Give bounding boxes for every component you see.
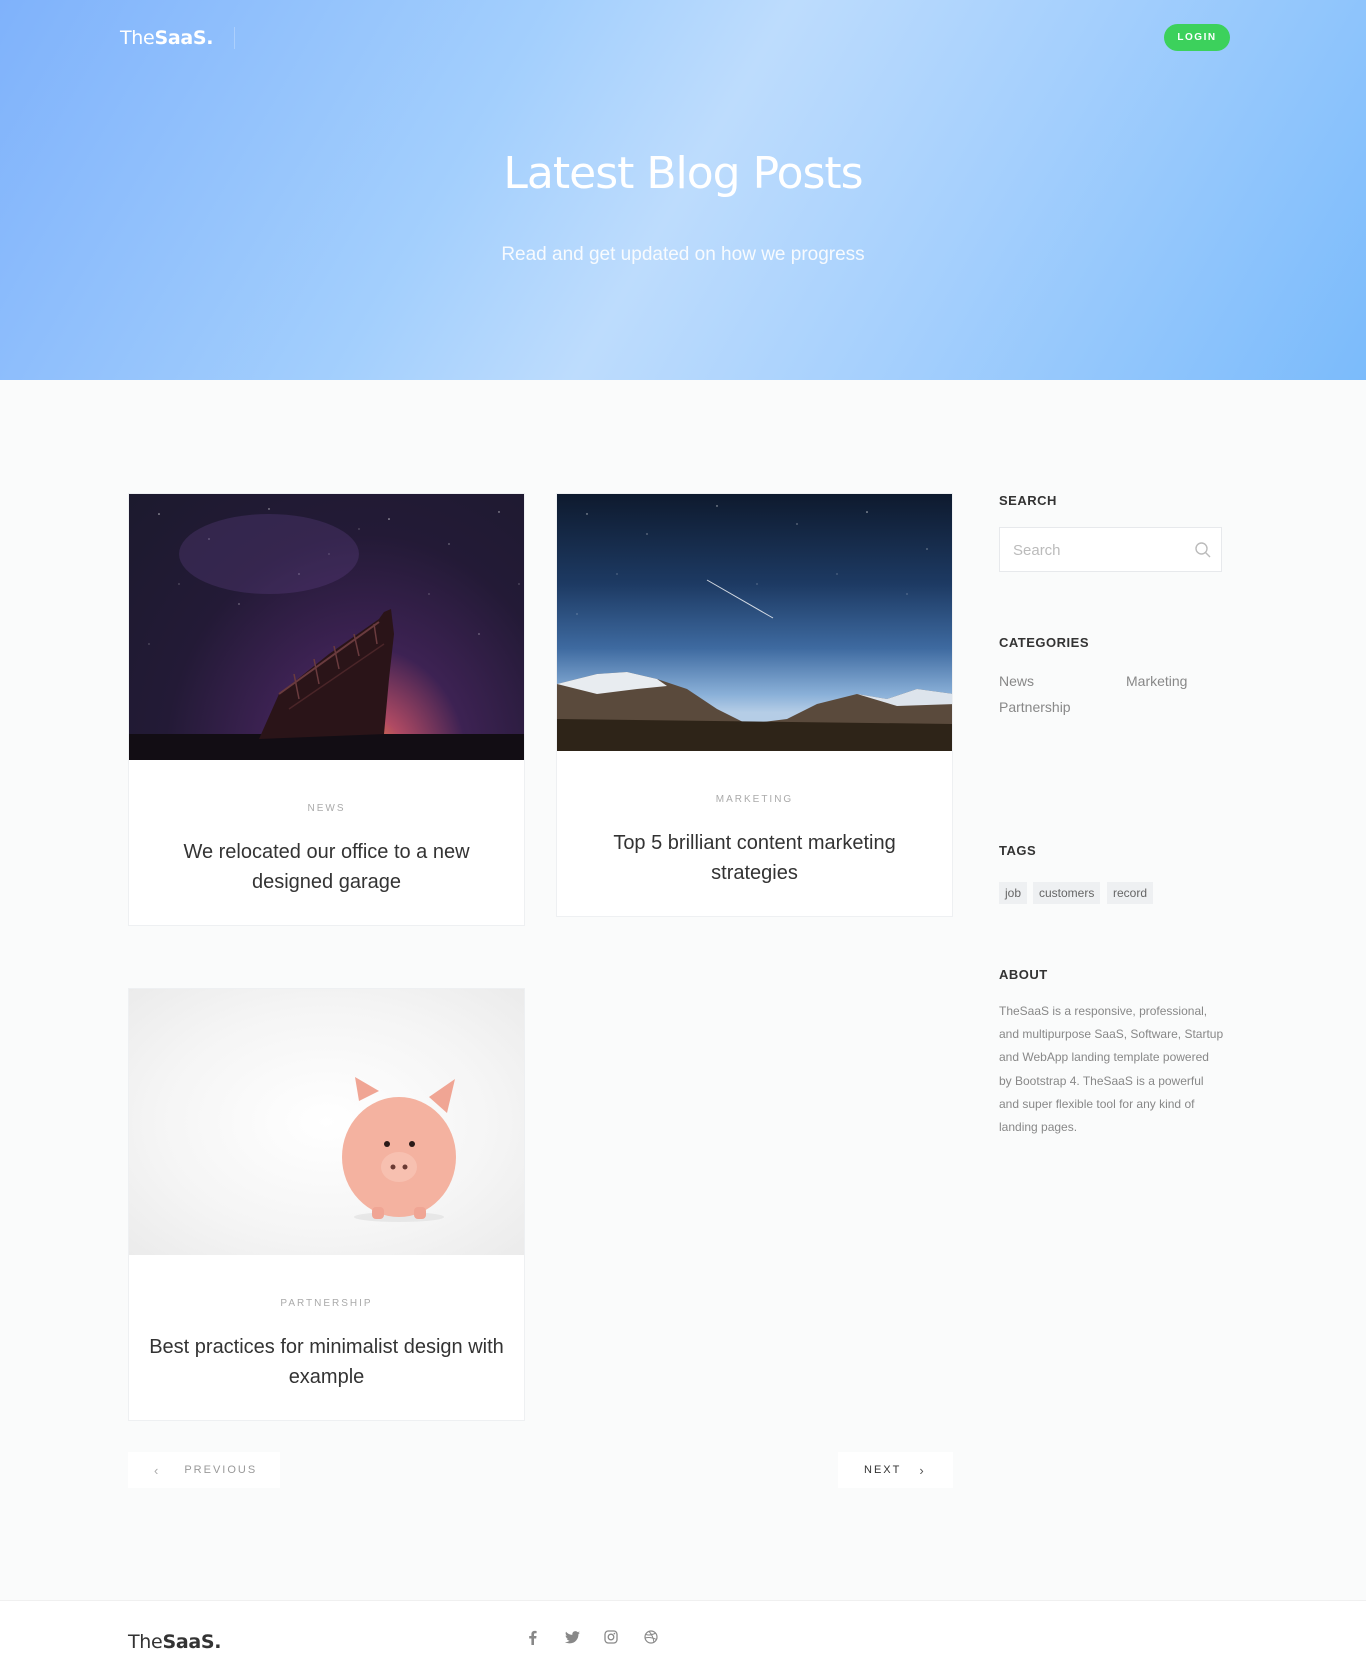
hero-header: TheSaaS. LOGIN Latest Blog Posts Read an… (0, 0, 1366, 380)
about-text: TheSaaS is a responsive, professional, a… (999, 1004, 1224, 1135)
instagram-icon[interactable] (603, 1629, 619, 1645)
next-page-button[interactable]: NEXT › (838, 1452, 953, 1488)
tag-record[interactable]: record (1107, 882, 1154, 904)
post-title[interactable]: We relocated our office to a new designe… (149, 837, 504, 897)
arrow-right-icon: › (919, 1462, 926, 1478)
footer-logo[interactable]: TheSaaS. (128, 1631, 221, 1653)
search-box[interactable] (999, 527, 1222, 572)
logo[interactable]: TheSaaS. (120, 27, 213, 49)
login-button[interactable]: LOGIN (1164, 24, 1230, 51)
blog-post-card[interactable]: PARTNERSHIP Best practices for minimalis… (128, 988, 525, 1421)
about-heading: ABOUT (999, 967, 1048, 982)
footer-logo-saas: SaaS. (162, 1631, 222, 1653)
post-image-mountains[interactable] (557, 494, 952, 751)
post-category[interactable]: PARTNERSHIP (129, 1298, 524, 1309)
logo-text-saas: SaaS. (154, 27, 214, 49)
post-title[interactable]: Best practices for minimalist design wit… (149, 1332, 504, 1392)
logo-divider (234, 27, 235, 49)
post-image-boat[interactable] (129, 494, 524, 760)
footer: TheSaaS. (0, 1600, 1366, 1677)
twitter-icon[interactable] (564, 1629, 580, 1645)
page-title: Latest Blog Posts (503, 148, 863, 199)
blog-post-card[interactable]: MARKETING Top 5 brilliant content market… (556, 493, 953, 917)
piggy-bank-illustration (342, 1077, 456, 1222)
search-heading: SEARCH (999, 493, 1057, 508)
post-category[interactable]: MARKETING (557, 794, 952, 805)
logo-text-the: The (120, 27, 155, 49)
mountains-illustration (557, 505, 952, 751)
category-link-marketing[interactable]: Marketing (1126, 673, 1187, 689)
boat-illustration (129, 508, 524, 760)
previous-label: PREVIOUS (184, 1464, 258, 1476)
categories-heading: CATEGORIES (999, 635, 1089, 650)
previous-page-button[interactable]: ‹ PREVIOUS (128, 1452, 280, 1488)
category-link-news[interactable]: News (999, 673, 1034, 689)
category-link-partnership[interactable]: Partnership (999, 699, 1071, 715)
tags-heading: TAGS (999, 843, 1037, 858)
page-subtitle: Read and get updated on how we progress (501, 244, 865, 265)
tag-customers[interactable]: customers (1033, 882, 1101, 904)
blog-post-card[interactable]: NEWS We relocated our office to a new de… (128, 493, 525, 926)
arrow-left-icon: ‹ (154, 1462, 161, 1478)
post-category[interactable]: NEWS (129, 803, 524, 814)
facebook-icon[interactable] (524, 1629, 540, 1645)
footer-logo-the: The (128, 1631, 163, 1653)
next-label: NEXT (864, 1464, 902, 1476)
search-icon[interactable] (1194, 541, 1212, 559)
dribbble-icon[interactable] (643, 1629, 659, 1645)
post-image-piggy-bank[interactable] (129, 989, 524, 1255)
post-title[interactable]: Top 5 brilliant content marketing strate… (577, 828, 932, 888)
search-input[interactable] (1013, 540, 1183, 560)
tag-job[interactable]: job (999, 882, 1028, 904)
